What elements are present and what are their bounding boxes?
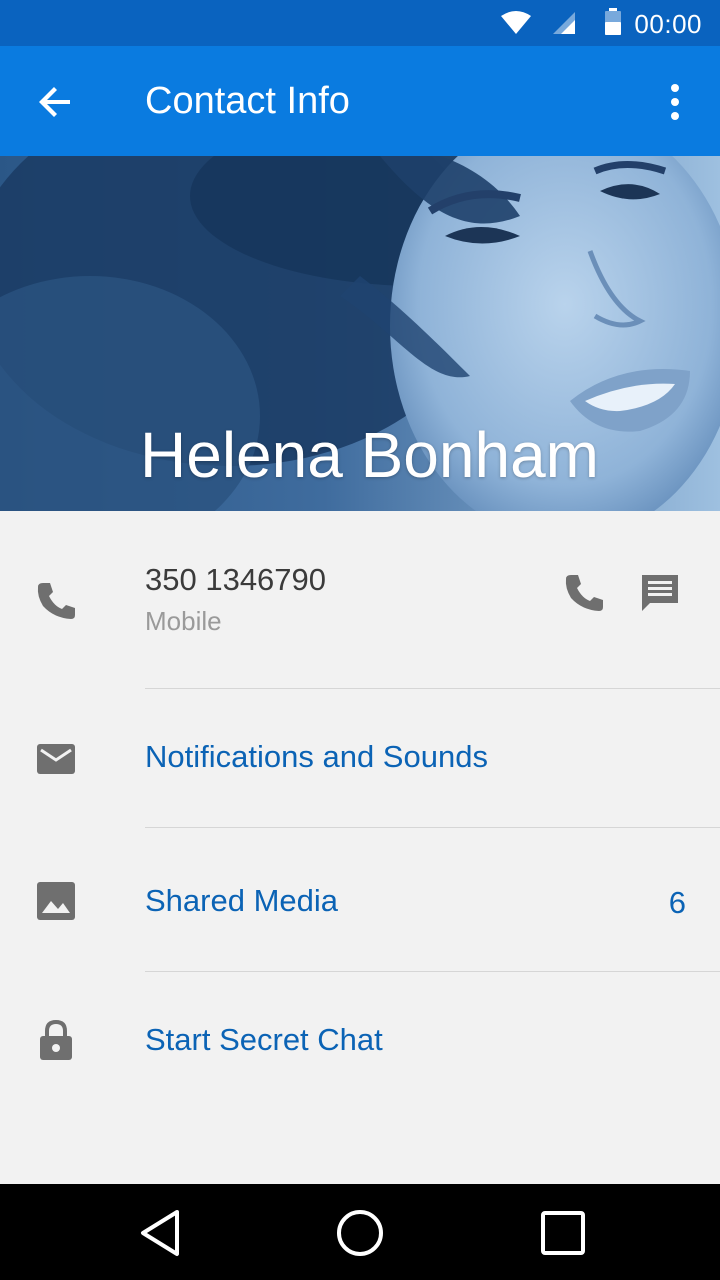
cellular-signal-icon <box>553 12 575 34</box>
secret-chat-label: Start Secret Chat <box>145 1022 383 1057</box>
shared-media-label: Shared Media <box>145 883 339 918</box>
status-bar: 00:00 <box>0 0 720 46</box>
call-icon[interactable] <box>562 571 606 615</box>
phone-row[interactable]: 350 1346790 Mobile <box>0 511 720 688</box>
phone-type: Mobile <box>145 606 222 636</box>
mail-icon <box>37 744 75 774</box>
battery-icon <box>605 8 621 35</box>
notifications-row[interactable]: Notifications and Sounds <box>0 689 720 827</box>
shared-media-row[interactable]: Shared Media 6 <box>0 828 720 971</box>
app-bar: Contact Info <box>0 46 720 156</box>
contact-header-photo[interactable]: Helena Bonham <box>0 156 720 511</box>
more-vert-icon[interactable] <box>660 82 690 122</box>
back-triangle-icon[interactable] <box>135 1208 185 1258</box>
phone-number: 350 1346790 <box>145 562 327 597</box>
shared-media-count: 6 <box>668 885 686 920</box>
message-icon[interactable] <box>638 571 682 615</box>
page-title: Contact Info <box>145 80 350 122</box>
status-time: 00:00 <box>634 9 702 39</box>
contact-info-screen: 00:00 Contact Info Helena Bonham 350 134… <box>0 0 720 1280</box>
lock-icon <box>40 1019 72 1060</box>
navigation-bar <box>0 1184 720 1280</box>
secret-chat-row[interactable]: Start Secret Chat <box>0 972 720 1112</box>
home-circle-icon[interactable] <box>335 1208 385 1258</box>
wifi-icon <box>501 11 531 34</box>
contact-name: Helena Bonham <box>140 419 599 491</box>
recents-square-icon[interactable] <box>538 1208 588 1258</box>
notifications-label: Notifications and Sounds <box>145 739 488 774</box>
phone-icon <box>37 583 75 619</box>
image-icon <box>37 882 75 920</box>
arrow-back-icon[interactable] <box>34 80 78 124</box>
